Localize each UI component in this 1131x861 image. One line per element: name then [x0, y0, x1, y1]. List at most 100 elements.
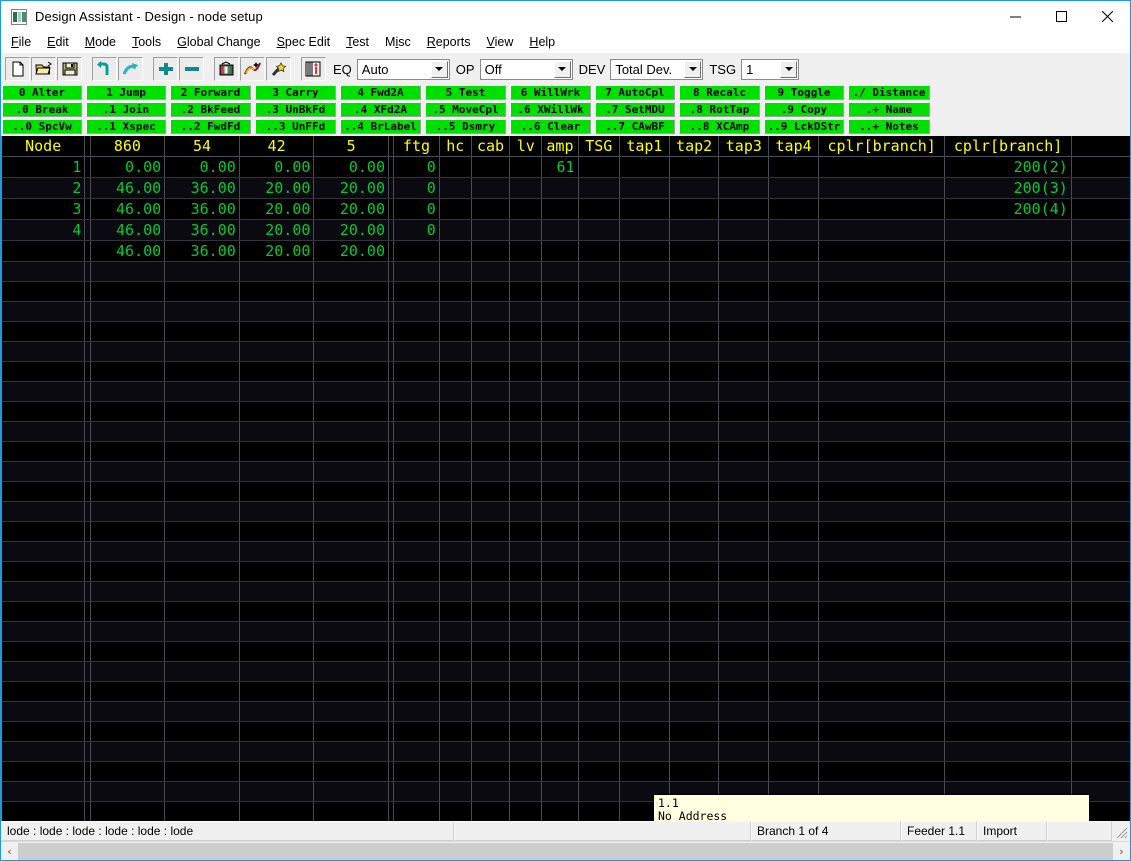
cell-tap1[interactable] [619, 156, 670, 178]
cell-ftg[interactable] [393, 481, 440, 502]
cell-tap3[interactable] [718, 261, 770, 282]
cell-c860[interactable] [90, 581, 166, 602]
fkey-row3-7[interactable]: ..7 CAwBF [595, 119, 675, 134]
cell-node[interactable] [2, 361, 86, 382]
cell-node[interactable] [2, 240, 86, 262]
cell-c54[interactable] [164, 701, 240, 722]
cell-cplr1[interactable] [818, 261, 946, 282]
cell-ftg[interactable]: 0 [393, 177, 440, 199]
cell-tap2[interactable] [669, 156, 720, 178]
cell-hc[interactable] [439, 581, 472, 602]
cell-c42[interactable]: 20.00 [239, 198, 315, 220]
cell-cplr2[interactable] [944, 721, 1072, 742]
cell-hc[interactable] [439, 661, 472, 682]
cell-hc[interactable] [439, 301, 472, 322]
cell-c860[interactable]: 46.00 [90, 177, 166, 199]
table-row[interactable] [2, 721, 1130, 742]
cell-tail[interactable] [1071, 321, 1130, 342]
cell-c5[interactable] [313, 401, 389, 422]
cell-c54[interactable]: 36.00 [164, 219, 240, 241]
cell-c5[interactable] [313, 641, 389, 662]
cell-tsg[interactable] [578, 681, 621, 702]
fkey-row3-2[interactable]: ..2 FwdFd [170, 119, 251, 134]
cell-cplr2[interactable] [944, 741, 1072, 762]
cell-c54[interactable] [164, 641, 240, 662]
cell-c860[interactable] [90, 801, 166, 821]
table-row[interactable] [2, 601, 1130, 622]
cell-tsg[interactable] [578, 381, 621, 402]
cell-tap1[interactable] [619, 321, 670, 342]
table-row[interactable] [2, 281, 1130, 302]
cell-cplr2[interactable] [944, 281, 1072, 302]
cell-tap1[interactable] [619, 198, 670, 220]
cell-tsg[interactable] [578, 541, 621, 562]
col-header-lv[interactable]: lv [509, 136, 543, 157]
table-row[interactable] [2, 481, 1130, 502]
cell-tap3[interactable] [718, 361, 770, 382]
cell-amp[interactable] [541, 261, 579, 282]
cell-tap3[interactable] [718, 501, 770, 522]
cell-cab[interactable] [471, 661, 511, 682]
save-disk-icon[interactable] [57, 57, 82, 81]
cell-c54[interactable] [164, 661, 240, 682]
cell-c54[interactable] [164, 521, 240, 542]
cell-amp[interactable] [541, 661, 579, 682]
cell-amp[interactable] [541, 177, 579, 199]
menu-file[interactable]: File [11, 35, 31, 49]
cell-c5[interactable] [313, 301, 389, 322]
cell-node[interactable]: 1 [2, 156, 86, 178]
menu-spec-edit[interactable]: Spec Edit [277, 35, 331, 49]
cell-tap2[interactable] [669, 501, 720, 522]
cell-tap2[interactable] [669, 321, 720, 342]
table-row[interactable] [2, 521, 1130, 542]
cell-amp[interactable] [541, 521, 579, 542]
cell-node[interactable] [2, 721, 86, 742]
cell-ftg[interactable] [393, 561, 440, 582]
cell-hc[interactable] [439, 641, 472, 662]
cell-tap2[interactable] [669, 581, 720, 602]
open-folder-icon[interactable] [31, 57, 56, 81]
cell-amp[interactable] [541, 401, 579, 422]
cell-tsg[interactable] [578, 781, 621, 802]
cell-tap1[interactable] [619, 301, 670, 322]
cell-tap4[interactable] [768, 421, 819, 442]
cell-lv[interactable] [509, 761, 543, 782]
cell-tsg[interactable] [578, 341, 621, 362]
fkey-row2-8[interactable]: .8 RotTap [679, 102, 760, 117]
cell-c860[interactable] [90, 721, 166, 742]
cell-tsg[interactable] [578, 801, 621, 821]
cell-amp[interactable] [541, 681, 579, 702]
cell-tsg[interactable] [578, 281, 621, 302]
cell-hc[interactable] [439, 261, 472, 282]
cell-c860[interactable] [90, 741, 166, 762]
cell-tail[interactable] [1071, 421, 1130, 442]
cell-cab[interactable] [471, 541, 511, 562]
cell-tap2[interactable] [669, 561, 720, 582]
cell-c54[interactable]: 0.00 [164, 156, 240, 178]
menu-help[interactable]: Help [529, 35, 555, 49]
cell-node[interactable] [2, 561, 86, 582]
cell-c42[interactable] [239, 781, 315, 802]
menu-edit[interactable]: Edit [47, 35, 69, 49]
cell-c860[interactable] [90, 381, 166, 402]
cell-c860[interactable] [90, 621, 166, 642]
cell-node[interactable] [2, 701, 86, 722]
cell-tap2[interactable] [669, 240, 720, 262]
cell-hc[interactable] [439, 621, 472, 642]
cell-c5[interactable] [313, 781, 389, 802]
cell-tap3[interactable] [718, 321, 770, 342]
col-header-tap1[interactable]: tap1 [619, 136, 670, 157]
cell-c54[interactable] [164, 621, 240, 642]
cell-cab[interactable] [471, 761, 511, 782]
cell-tail[interactable] [1071, 521, 1130, 542]
cell-node[interactable] [2, 421, 86, 442]
cell-cplr1[interactable] [818, 561, 946, 582]
cell-c42[interactable] [239, 421, 315, 442]
table-row[interactable] [2, 501, 1130, 522]
cell-tap3[interactable] [718, 601, 770, 622]
table-row[interactable] [2, 261, 1130, 282]
cell-tail[interactable] [1071, 481, 1130, 502]
table-row[interactable] [2, 461, 1130, 482]
table-row[interactable] [2, 621, 1130, 642]
cell-tap2[interactable] [669, 361, 720, 382]
